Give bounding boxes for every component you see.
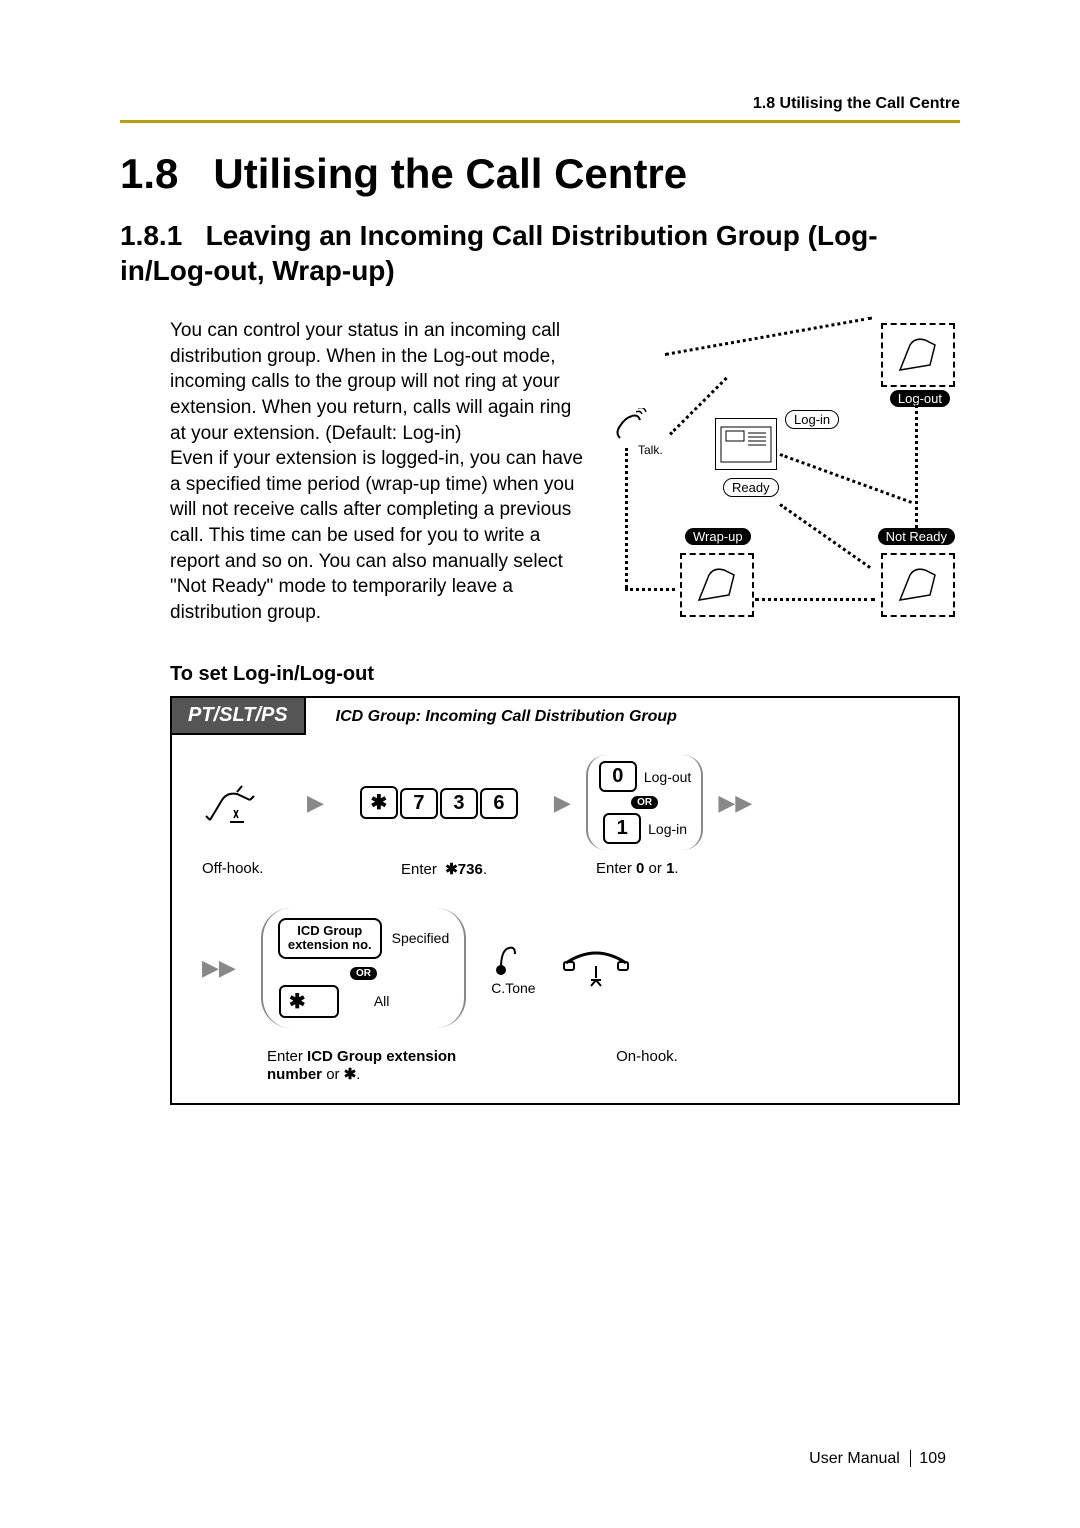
or-badge: OR xyxy=(350,967,377,980)
footer-page: 109 xyxy=(910,1450,954,1467)
phone-wrapup-icon xyxy=(680,553,754,617)
key-1: 1 xyxy=(603,813,641,844)
arrow-icon: ▶ xyxy=(554,790,571,816)
ext-bracket: ICD Group extension no. Specified OR ✱ A… xyxy=(261,908,466,1028)
body-text: You can control your status in an incomi… xyxy=(170,318,592,626)
key-star: ✱ xyxy=(360,786,398,819)
page: 1.8 Utilising the Call Centre 1.8 Utilis… xyxy=(0,0,1080,1528)
logout-label: Log-out xyxy=(644,769,691,785)
ctone-icon: C.Tone xyxy=(491,940,535,996)
path-right-down xyxy=(915,398,918,528)
specified-label: Specified xyxy=(392,930,450,946)
page-footer: User Manual 109 xyxy=(809,1450,960,1468)
offhook-caption: Off-hook. xyxy=(202,860,292,878)
key-3: 3 xyxy=(440,788,478,819)
notready-pill: Not Ready xyxy=(878,528,955,545)
enter-ext-caption: Enter ICD Group extension number or ✱. xyxy=(267,1048,487,1083)
subsection-number: 1.8.1 xyxy=(120,220,182,251)
login-label: Log-in xyxy=(648,821,687,837)
choice-bracket: 0 Log-out OR 1 Log-in xyxy=(586,755,703,850)
header-rule xyxy=(120,120,960,123)
icd-note: ICD Group: Incoming Call Distribution Gr… xyxy=(336,708,677,726)
path-bottom xyxy=(755,598,875,601)
phone-logout-icon xyxy=(881,323,955,387)
onhook-caption: On-hook. xyxy=(597,1048,697,1083)
offhook-icon xyxy=(202,780,262,826)
arrow-icon: ▶▶ xyxy=(718,790,752,816)
or-badge: OR xyxy=(631,796,658,809)
section-number: 1.8 xyxy=(120,150,178,197)
footer-manual: User Manual xyxy=(809,1450,900,1467)
key-0: 0 xyxy=(599,761,637,792)
path-login-ready xyxy=(779,453,912,504)
path-top xyxy=(665,317,872,356)
path-left-down xyxy=(625,448,628,588)
path-left-bottom xyxy=(625,588,675,591)
logout-pill: Log-out xyxy=(890,390,950,407)
key-7: 7 xyxy=(400,788,438,819)
arrow-icon: ▶ xyxy=(307,790,324,816)
icd-key-line1: ICD Group xyxy=(297,923,362,938)
section-title: Utilising the Call Centre xyxy=(213,150,687,197)
subsection-title: Leaving an Incoming Call Distribution Gr… xyxy=(120,220,878,286)
pt-slt-ps-tab: PT/SLT/PS xyxy=(172,698,306,735)
body-p1: You can control your status in an incomi… xyxy=(170,320,571,444)
path-ready-notready xyxy=(779,503,871,569)
all-label: All xyxy=(374,993,390,1009)
body-p2: Even if your extension is logged-in, you… xyxy=(170,448,583,623)
talk-label: Talk. xyxy=(638,443,663,457)
running-head: 1.8 Utilising the Call Centre xyxy=(753,95,960,113)
enter-0-or-1-caption: Enter 0 or 1. xyxy=(596,860,746,878)
desk-phone-icon xyxy=(715,418,777,470)
key-star-all: ✱ xyxy=(279,985,339,1018)
login-pill: Log-in xyxy=(785,410,839,429)
ready-pill: Ready xyxy=(723,478,779,497)
icd-key-line2: extension no. xyxy=(288,937,372,952)
procedure-box: PT/SLT/PS ICD Group: Incoming Call Distr… xyxy=(170,696,960,1105)
ringing-phone-icon xyxy=(610,408,650,448)
procedure-heading: To set Log-in/Log-out xyxy=(170,663,960,686)
state-diagram: Talk. Log-out Log-in Ready Wrap-up Not R… xyxy=(610,318,960,628)
enter-code-caption: Enter ✱736. xyxy=(344,860,544,878)
key-6: 6 xyxy=(480,788,518,819)
section-heading: 1.8 Utilising the Call Centre xyxy=(120,150,960,198)
arrow-icon: ▶▶ xyxy=(202,955,236,981)
wrapup-pill: Wrap-up xyxy=(685,528,751,545)
onhook-icon xyxy=(561,948,631,988)
phone-notready-icon xyxy=(881,553,955,617)
subsection-heading: 1.8.1 Leaving an Incoming Call Distribut… xyxy=(120,218,960,288)
